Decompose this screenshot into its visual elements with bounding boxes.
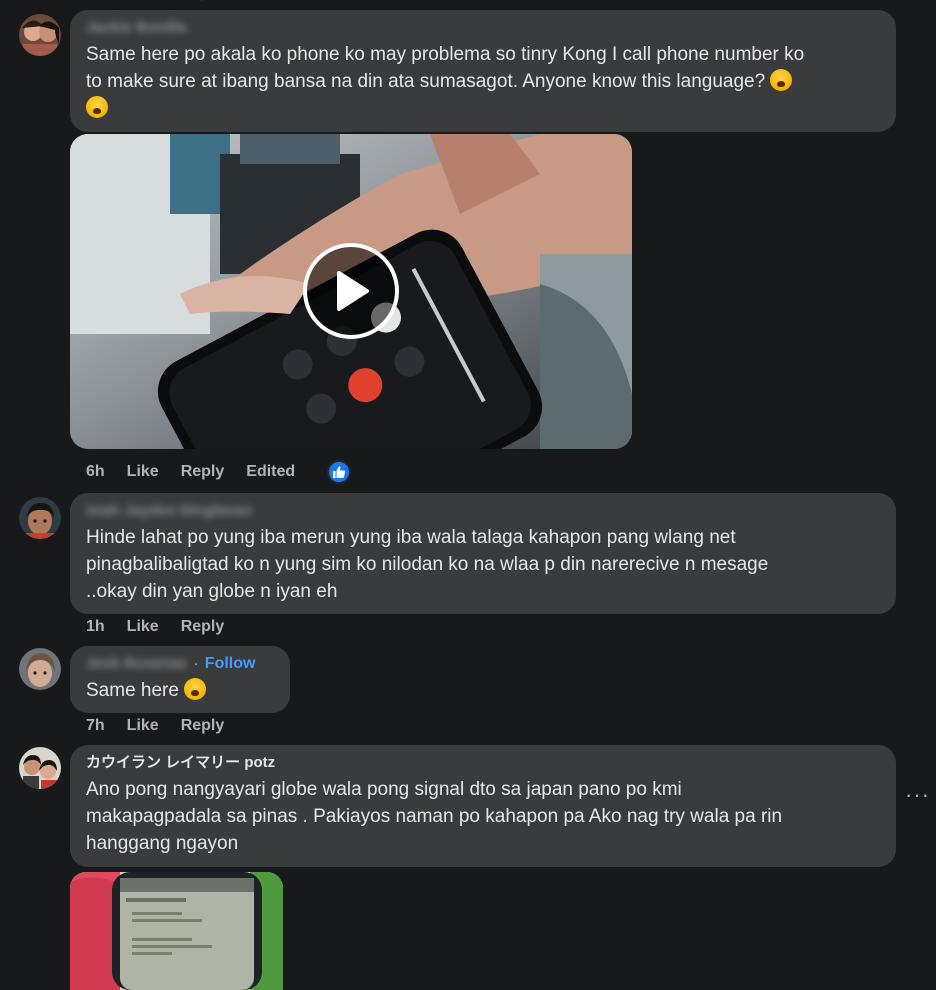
comment-text: Same here po akala ko phone ko may probl… — [86, 41, 880, 122]
separator-dot: · — [193, 655, 199, 672]
follow-button[interactable]: Follow — [205, 655, 256, 672]
comment-time[interactable]: 7h — [86, 717, 105, 735]
play-button[interactable] — [303, 243, 399, 339]
avatar[interactable] — [19, 648, 61, 690]
avatar[interactable] — [19, 497, 61, 539]
like-button[interactable]: Like — [127, 717, 159, 735]
photo-attachment[interactable] — [70, 872, 283, 990]
video-thumbnail[interactable] — [70, 134, 632, 449]
crying-face-emoji — [184, 678, 207, 700]
reply-button[interactable]: Reply — [181, 463, 225, 481]
reply-button[interactable]: Reply — [181, 618, 225, 636]
rolling-laughing-emoji — [86, 96, 108, 118]
like-button[interactable]: Like — [127, 618, 159, 636]
reaction-badge[interactable] — [327, 460, 352, 484]
comment-text: Hinde lahat po yung iba merun yung iba w… — [86, 527, 769, 602]
more-options-icon[interactable]: ··· — [905, 784, 930, 806]
comment-text: Ano pong nangyayari globe wala pong sign… — [86, 779, 783, 854]
thumbs-up-icon — [333, 466, 346, 478]
reply-button[interactable]: Reply — [181, 717, 225, 735]
play-icon — [337, 271, 369, 311]
avatar[interactable] — [19, 14, 61, 56]
comment-author[interactable]: Isiah Jayden Dinglasan — [86, 501, 880, 521]
comment-actions: 1h Like Reply — [86, 618, 224, 636]
comment-time[interactable]: 6h — [86, 463, 105, 481]
comment-actions: 7h Like Reply — [86, 717, 224, 735]
edited-label[interactable]: Edited — [246, 463, 295, 481]
like-button[interactable]: Like — [127, 463, 159, 481]
comment-bubble: Isiah Jayden Dinglasan Hinde lahat po yu… — [70, 493, 896, 614]
avatar[interactable] — [19, 747, 61, 789]
comment-author[interactable]: カウイラン レイマリー potz — [86, 753, 880, 773]
comment-actions: 6h Like Reply Edited — [86, 460, 352, 484]
comment-author[interactable]: Jackie Bonilla — [86, 18, 880, 38]
comment-bubble: カウイラン レイマリー potz Ano pong nangyayari glo… — [70, 745, 896, 867]
comment-bubble: Jackie Bonilla Same here po akala ko pho… — [70, 10, 896, 132]
crying-face-emoji — [770, 69, 793, 91]
previous-item-edge: · — [200, 0, 240, 6]
comment-author[interactable]: Jesh Rosenas — [86, 655, 187, 672]
comment-time[interactable]: 1h — [86, 618, 105, 636]
comment-text: Same here — [86, 677, 274, 704]
comment-bubble: Jesh Rosenas · Follow Same here — [70, 646, 290, 713]
